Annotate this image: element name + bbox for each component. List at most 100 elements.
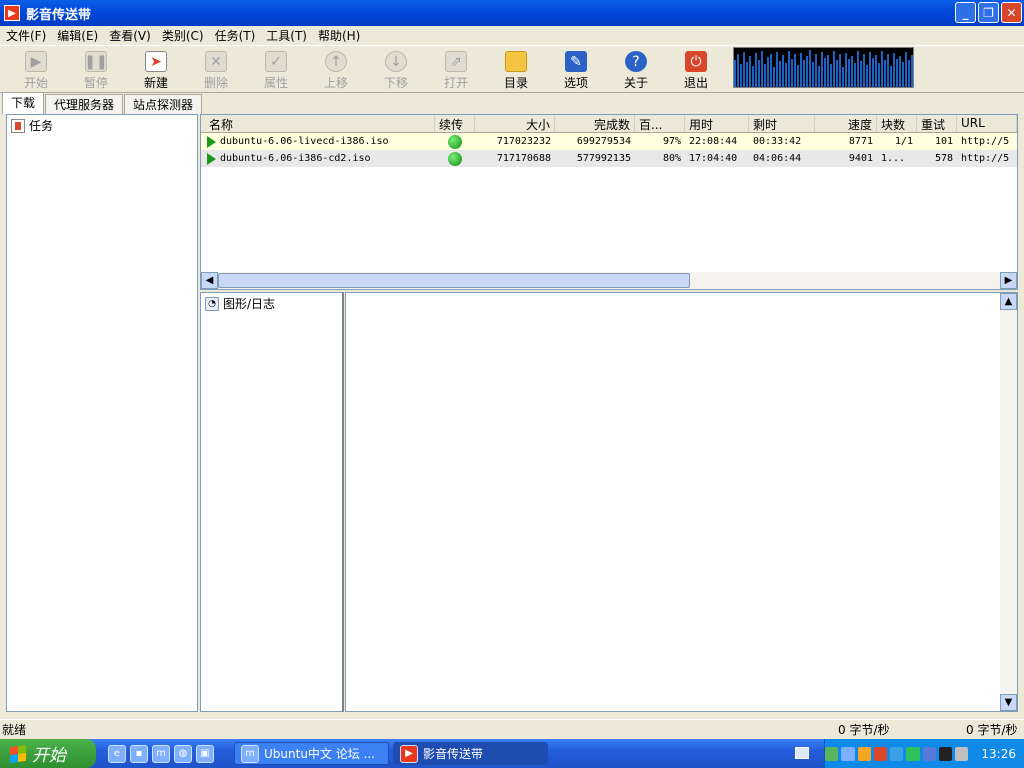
col-time-used[interactable]: 用时 — [685, 115, 749, 132]
graph-tab-label: 图形/日志 — [223, 297, 276, 311]
size-cell: 717023232 — [496, 136, 551, 147]
scroll-down-icon[interactable]: ▼ — [1000, 694, 1017, 711]
speed-cell: 9401 — [848, 153, 873, 164]
col-size[interactable]: 大小 — [475, 115, 555, 132]
about-label: 关于 — [623, 76, 648, 90]
task-name: dubuntu-6.06-i386-cd2.iso — [220, 153, 371, 164]
options-button[interactable]: ✎ 选项 — [546, 47, 606, 91]
maxthon-icon[interactable]: m — [152, 744, 170, 763]
col-time-left[interactable]: 剩时 — [749, 115, 815, 132]
taskbar-item-forum[interactable]: m Ubuntu中文 论坛 ... — [234, 742, 389, 765]
app-icon[interactable]: ◍ — [174, 744, 192, 763]
url-cell: http://5 — [961, 136, 1010, 147]
close-button[interactable]: ✕ — [1001, 2, 1022, 23]
maxthon-tray-icon[interactable] — [841, 746, 855, 761]
options-label: 选项 — [563, 76, 588, 90]
menu-category[interactable]: 类别(C) — [156, 27, 209, 44]
download-tray-icon[interactable] — [873, 746, 888, 761]
scroll-thumb[interactable] — [218, 273, 690, 288]
properties-button[interactable]: ✓ 属性 — [246, 47, 306, 91]
col-url[interactable]: URL — [957, 115, 1017, 132]
down-label: 下移 — [383, 76, 408, 90]
time-left-cell: 00:33:42 — [753, 136, 802, 147]
move-up-button[interactable]: ↑ 上移 — [306, 47, 366, 91]
play-icon — [207, 135, 216, 148]
name-cell: dubuntu-6.06-i386-cd2.iso — [201, 152, 435, 165]
menu-tools[interactable]: 工具(T) — [260, 27, 312, 44]
pause-button[interactable]: ❚❚ 暂停 — [66, 47, 126, 91]
tab-site-explorer[interactable]: 站点探测器 — [124, 94, 203, 114]
folder-button[interactable]: 目录 — [486, 47, 546, 91]
taskbar-item-label: Ubuntu中文 论坛 ... — [264, 747, 375, 761]
menu-help[interactable]: 帮助(H) — [312, 27, 365, 44]
network-icon[interactable] — [825, 746, 839, 761]
media-icon[interactable] — [938, 746, 953, 761]
col-resume[interactable]: 续传 — [435, 115, 475, 132]
delete-button[interactable]: ✕ 删除 — [186, 47, 246, 91]
retry-cell: 101 — [934, 136, 953, 147]
col-retry[interactable]: 重试 — [917, 115, 957, 132]
about-button[interactable]: ? 关于 — [606, 47, 666, 91]
tab-download[interactable]: 下载 — [2, 92, 45, 114]
keyboard-icon[interactable] — [795, 747, 809, 759]
table-row[interactable]: dubuntu-6.06-i386-cd2.iso 717170688 5779… — [201, 150, 1017, 167]
taskbar: 开始 e ▪ m ◍ ▣ m Ubuntu中文 论坛 ... ▶ 影音传送带 1… — [0, 739, 1024, 768]
arrow-up-icon: ↑ — [325, 51, 347, 72]
desktop-icon[interactable]: ▪ — [130, 744, 148, 763]
shield-icon[interactable] — [922, 746, 936, 761]
col-speed[interactable]: 速度 — [815, 115, 877, 132]
new-button[interactable]: ➤ 新建 — [126, 47, 186, 91]
col-done[interactable]: 完成数 — [555, 115, 635, 132]
col-percent[interactable]: 百... — [635, 115, 685, 132]
taskbar-item-label: 影音传送带 — [423, 747, 484, 761]
arrow-down-icon: ↓ — [385, 51, 407, 72]
properties-icon: ✓ — [265, 51, 287, 72]
window-icon[interactable]: ▣ — [196, 744, 214, 763]
power-icon: ⏻ — [685, 51, 707, 72]
exit-button[interactable]: ⏻ 退出 — [666, 47, 726, 91]
task-list-header: 名称 续传 大小 完成数 百... 用时 剩时 速度 块数 重试 URL — [201, 115, 1017, 133]
pause-icon: ❚❚ — [84, 51, 108, 72]
start-button[interactable]: ▶ 开始 — [6, 47, 66, 91]
scroll-right-icon[interactable]: ▶ — [1000, 272, 1017, 289]
title-bar: ▶ 影音传送带 _ ❐ ✕ — [0, 0, 1024, 26]
folder-icon — [505, 51, 527, 72]
antenna-icon[interactable] — [906, 746, 920, 761]
scroll-up-icon[interactable]: ▲ — [1000, 293, 1017, 310]
status-text: 就绪 — [2, 723, 27, 737]
sync-icon[interactable] — [890, 746, 904, 761]
app-tray-icon[interactable] — [857, 746, 871, 761]
minimize-button[interactable]: _ — [955, 2, 976, 23]
name-cell: dubuntu-6.06-livecd-i386.iso — [201, 135, 435, 148]
table-row[interactable]: dubuntu-6.06-livecd-i386.iso 717023232 6… — [201, 133, 1017, 150]
vertical-scrollbar[interactable]: ▲ ▼ — [1000, 293, 1017, 711]
move-down-button[interactable]: ↓ 下移 — [366, 47, 426, 91]
log-pane: ▲ ▼ — [345, 292, 1018, 712]
tree-item-tasks[interactable]: 任务 — [7, 115, 197, 136]
resume-cell — [435, 134, 475, 149]
delete-icon: ✕ — [205, 51, 227, 72]
menu-view[interactable]: 查看(V) — [103, 27, 156, 44]
col-blocks[interactable]: 块数 — [877, 115, 917, 132]
horizontal-scrollbar[interactable]: ◀ ▶ — [201, 272, 1017, 289]
delete-label: 删除 — [203, 76, 228, 90]
restore-button[interactable]: ❐ — [978, 2, 999, 23]
new-task-icon: ➤ — [145, 51, 167, 72]
scroll-left-icon[interactable]: ◀ — [201, 272, 218, 289]
col-name[interactable]: 名称 — [201, 115, 435, 132]
menu-file[interactable]: 文件(F) — [0, 27, 51, 44]
menu-task[interactable]: 任务(T) — [209, 27, 261, 44]
volume-icon[interactable] — [955, 746, 969, 761]
taskbar-item-app[interactable]: ▶ 影音传送带 — [393, 742, 548, 765]
app-icon: ▶ — [400, 744, 418, 763]
menu-edit[interactable]: 编辑(E) — [51, 27, 103, 44]
pause-label: 暂停 — [83, 76, 108, 90]
tab-graph-log[interactable]: ◔ 图形/日志 — [201, 293, 342, 314]
open-button[interactable]: ⇗ 打开 — [426, 47, 486, 91]
ie-icon[interactable]: e — [108, 744, 126, 763]
tab-proxy-server[interactable]: 代理服务器 — [45, 94, 124, 114]
quick-launch: e ▪ m ◍ ▣ — [108, 744, 214, 763]
start-menu-button[interactable]: 开始 — [0, 739, 96, 768]
blocks-cell: 1/1 — [894, 136, 913, 147]
percent-cell: 97% — [662, 136, 681, 147]
